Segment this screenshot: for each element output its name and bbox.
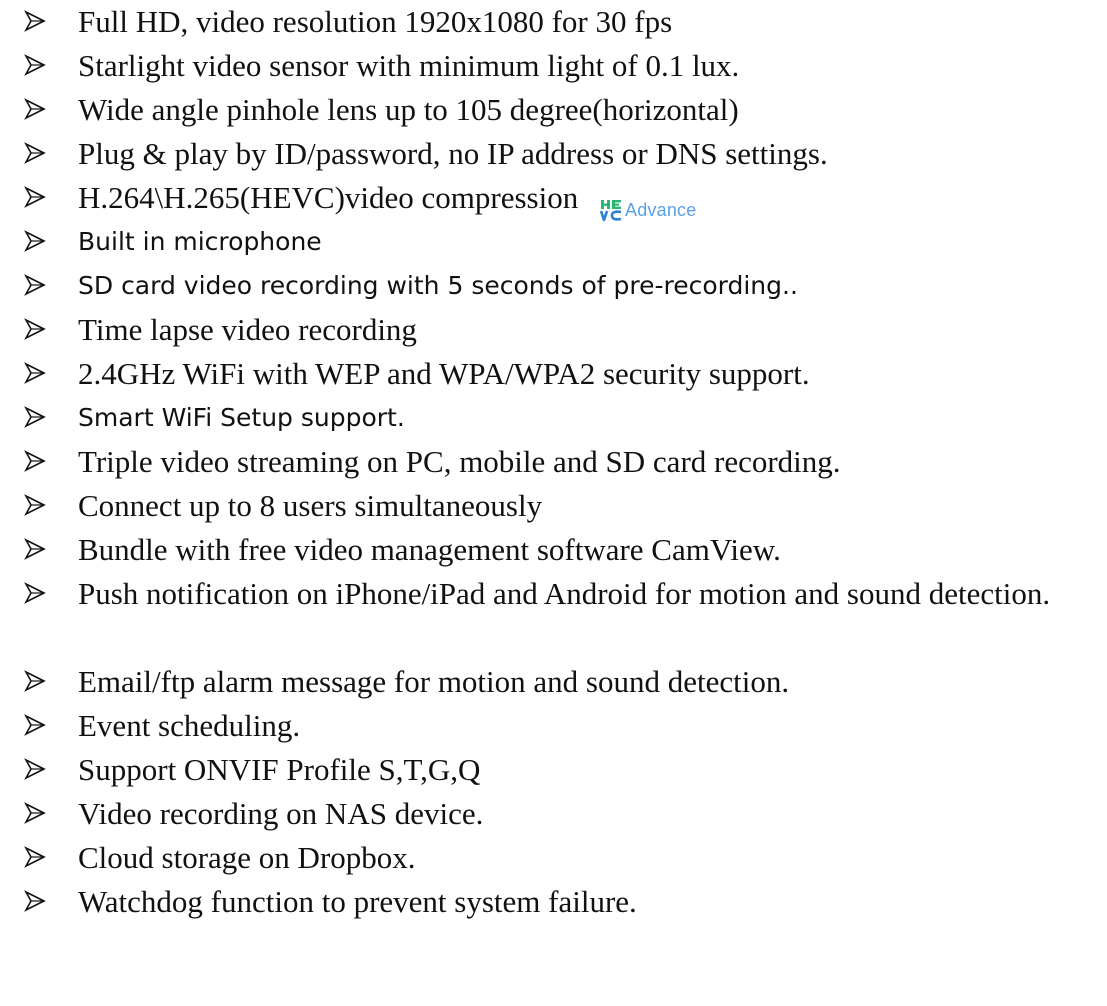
feature-list: Full HD, video resolution 1920x1080 for … (0, 0, 1107, 924)
feature-text: Built in microphone (78, 227, 322, 256)
hevc-logo-mark-icon (600, 199, 622, 221)
feature-text: Event scheduling. (78, 708, 301, 743)
list-item: Built in microphone (0, 220, 1107, 264)
feature-text: 2.4GHz WiFi with WEP and WPA/WPA2 securi… (78, 356, 810, 391)
arrowhead-bullet-icon (24, 758, 46, 780)
arrowhead-bullet-icon (24, 274, 46, 296)
arrowhead-bullet-icon (24, 318, 46, 340)
arrowhead-bullet-icon (24, 406, 46, 428)
feature-text: Full HD, video resolution 1920x1080 for … (78, 4, 673, 39)
list-item: Triple video streaming on PC, mobile and… (0, 440, 1107, 484)
list-item: Smart WiFi Setup support. (0, 396, 1107, 440)
list-item: Connect up to 8 users simultaneously (0, 484, 1107, 528)
list-item: Cloud storage on Dropbox. (0, 836, 1107, 880)
hevc-advance-logo: Advance (600, 185, 696, 221)
feature-text: Smart WiFi Setup support. (78, 403, 405, 432)
list-item: H.264\H.265(HEVC)video compression Advan… (0, 176, 1107, 221)
list-item: Starlight video sensor with minimum ligh… (0, 44, 1107, 88)
list-item: Watchdog function to prevent system fail… (0, 880, 1107, 924)
feature-text: Video recording on NAS device. (78, 796, 484, 831)
list-item: Video recording on NAS device. (0, 792, 1107, 836)
document-page: Full HD, video resolution 1920x1080 for … (0, 0, 1107, 1006)
arrowhead-bullet-icon (24, 802, 46, 824)
arrowhead-bullet-icon (24, 538, 46, 560)
list-item: SD card video recording with 5 seconds o… (0, 264, 1107, 308)
arrowhead-bullet-icon (24, 450, 46, 472)
arrowhead-bullet-icon (24, 494, 46, 516)
list-item: 2.4GHz WiFi with WEP and WPA/WPA2 securi… (0, 352, 1107, 396)
list-item: Support ONVIF Profile S,T,G,Q (0, 748, 1107, 792)
feature-text: Watchdog function to prevent system fail… (78, 884, 637, 919)
list-item: Plug & play by ID/password, no IP addres… (0, 132, 1107, 176)
arrowhead-bullet-icon (24, 670, 46, 692)
feature-text: Wide angle pinhole lens up to 105 degree… (78, 92, 739, 127)
feature-text: SD card video recording with 5 seconds o… (78, 271, 798, 300)
arrowhead-bullet-icon (24, 714, 46, 736)
arrowhead-bullet-icon (24, 890, 46, 912)
feature-text: Triple video streaming on PC, mobile and… (78, 444, 841, 479)
arrowhead-bullet-icon (24, 846, 46, 868)
arrowhead-bullet-icon (24, 54, 46, 76)
arrowhead-bullet-icon (24, 362, 46, 384)
feature-text: Support ONVIF Profile S,T,G,Q (78, 752, 481, 787)
list-item: Push notification on iPhone/iPad and And… (0, 572, 1107, 660)
list-item: Event scheduling. (0, 704, 1107, 748)
feature-text: H.264\H.265(HEVC)video compression (78, 180, 579, 215)
feature-text: Time lapse video recording (78, 312, 417, 347)
arrowhead-bullet-icon (24, 230, 46, 252)
feature-text: Push notification on iPhone/iPad and And… (78, 576, 1051, 611)
list-item: Bundle with free video management softwa… (0, 528, 1107, 572)
arrowhead-bullet-icon (24, 98, 46, 120)
feature-text: Connect up to 8 users simultaneously (78, 488, 543, 523)
arrowhead-bullet-icon (24, 10, 46, 32)
list-item: Full HD, video resolution 1920x1080 for … (0, 0, 1107, 44)
feature-text: Plug & play by ID/password, no IP addres… (78, 136, 828, 171)
arrowhead-bullet-icon (24, 186, 46, 208)
arrowhead-bullet-icon (24, 142, 46, 164)
feature-text: Cloud storage on Dropbox. (78, 840, 416, 875)
feature-text: Email/ftp alarm message for motion and s… (78, 664, 790, 699)
list-item: Time lapse video recording (0, 308, 1107, 352)
feature-text: Starlight video sensor with minimum ligh… (78, 48, 740, 83)
arrowhead-bullet-icon (24, 582, 46, 604)
list-item: Wide angle pinhole lens up to 105 degree… (0, 88, 1107, 132)
feature-text: Bundle with free video management softwa… (78, 532, 781, 567)
list-item: Email/ftp alarm message for motion and s… (0, 660, 1107, 704)
